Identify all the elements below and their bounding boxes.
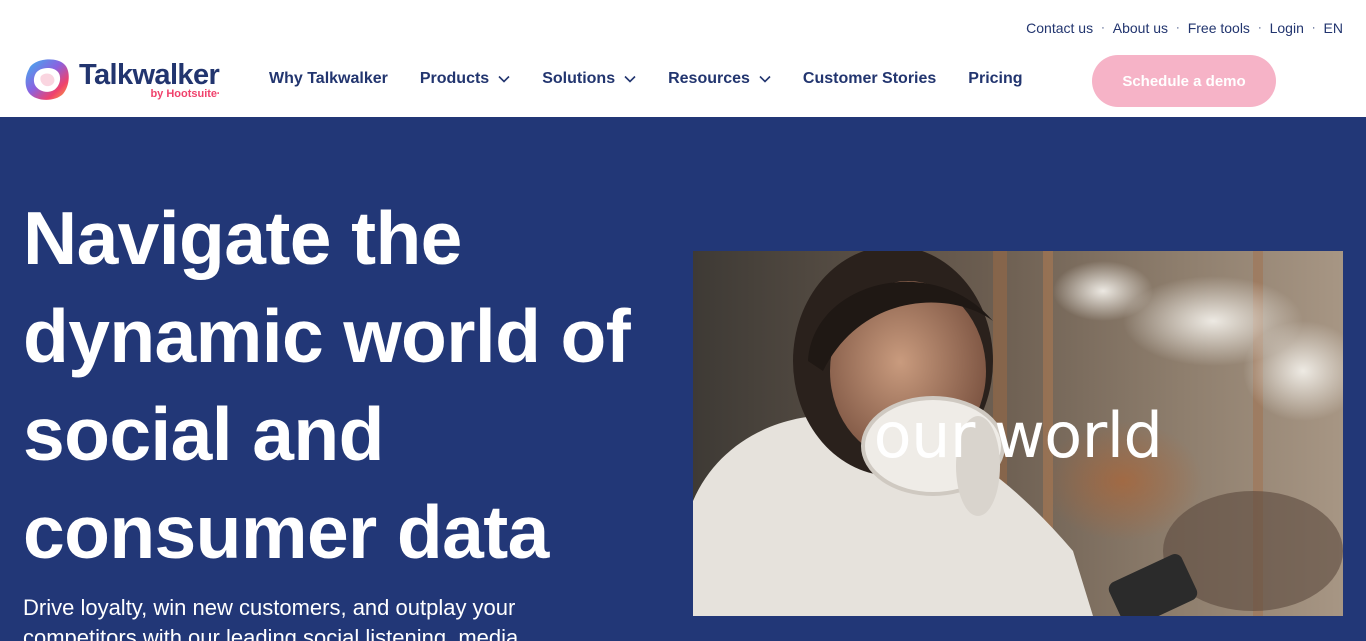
brand-sub: by Hootsuite	[150, 88, 218, 100]
contact-us-link[interactable]: Contact us	[1026, 20, 1093, 36]
login-link[interactable]: Login	[1270, 20, 1304, 36]
video-overlay-text: our world	[873, 399, 1163, 472]
nav-label: Products	[419, 70, 490, 87]
chevron-down-icon	[498, 75, 510, 83]
nav-why-talkwalker[interactable]: Why Talkwalker	[269, 70, 388, 88]
separator: ·	[1101, 22, 1105, 34]
separator: ·	[1257, 22, 1262, 34]
separator: ·	[1311, 22, 1316, 34]
chevron-down-icon	[759, 75, 771, 83]
nav-label: Customer Stories	[802, 70, 937, 87]
nav-pricing[interactable]: Pricing	[968, 70, 1022, 88]
nav-solutions[interactable]: Solutions	[542, 70, 636, 88]
nav-customer-stories[interactable]: Customer Stories	[803, 70, 936, 88]
nav-resources[interactable]: Resources	[668, 70, 771, 88]
main-nav: Why Talkwalker Products Solutions Resour…	[269, 70, 1023, 88]
schedule-demo-button[interactable]: Schedule a demo	[1092, 55, 1276, 107]
nav-label: Why Talkwalker	[269, 70, 388, 87]
language-selector[interactable]: EN	[1324, 20, 1343, 36]
nav-label: Pricing	[968, 70, 1023, 87]
site-header: Contact us · About us · Free tools · Log…	[0, 0, 1366, 117]
brand-logo[interactable]: Talkwalker by Hootsuite•	[23, 55, 220, 103]
brand-name: Talkwalker	[79, 59, 220, 91]
free-tools-link[interactable]: Free tools	[1188, 20, 1250, 36]
hero-subtitle: Drive loyalty, win new customers, and ou…	[23, 595, 519, 641]
utility-nav: Contact us · About us · Free tools · Log…	[1026, 20, 1343, 36]
nav-label: Solutions	[542, 70, 616, 87]
chevron-down-icon	[624, 75, 636, 83]
hero-section: Navigate the dynamic world of social and…	[0, 117, 1366, 641]
talkwalker-logo-icon	[25, 59, 69, 100]
hero-title: Navigate the dynamic world of social and…	[23, 196, 631, 574]
brand-sub-mark: •	[217, 91, 220, 97]
about-us-link[interactable]: About us	[1113, 20, 1168, 36]
hero-video[interactable]: our world	[693, 251, 1343, 616]
nav-label: Resources	[668, 70, 750, 87]
nav-products[interactable]: Products	[420, 70, 510, 88]
separator: ·	[1176, 22, 1180, 34]
